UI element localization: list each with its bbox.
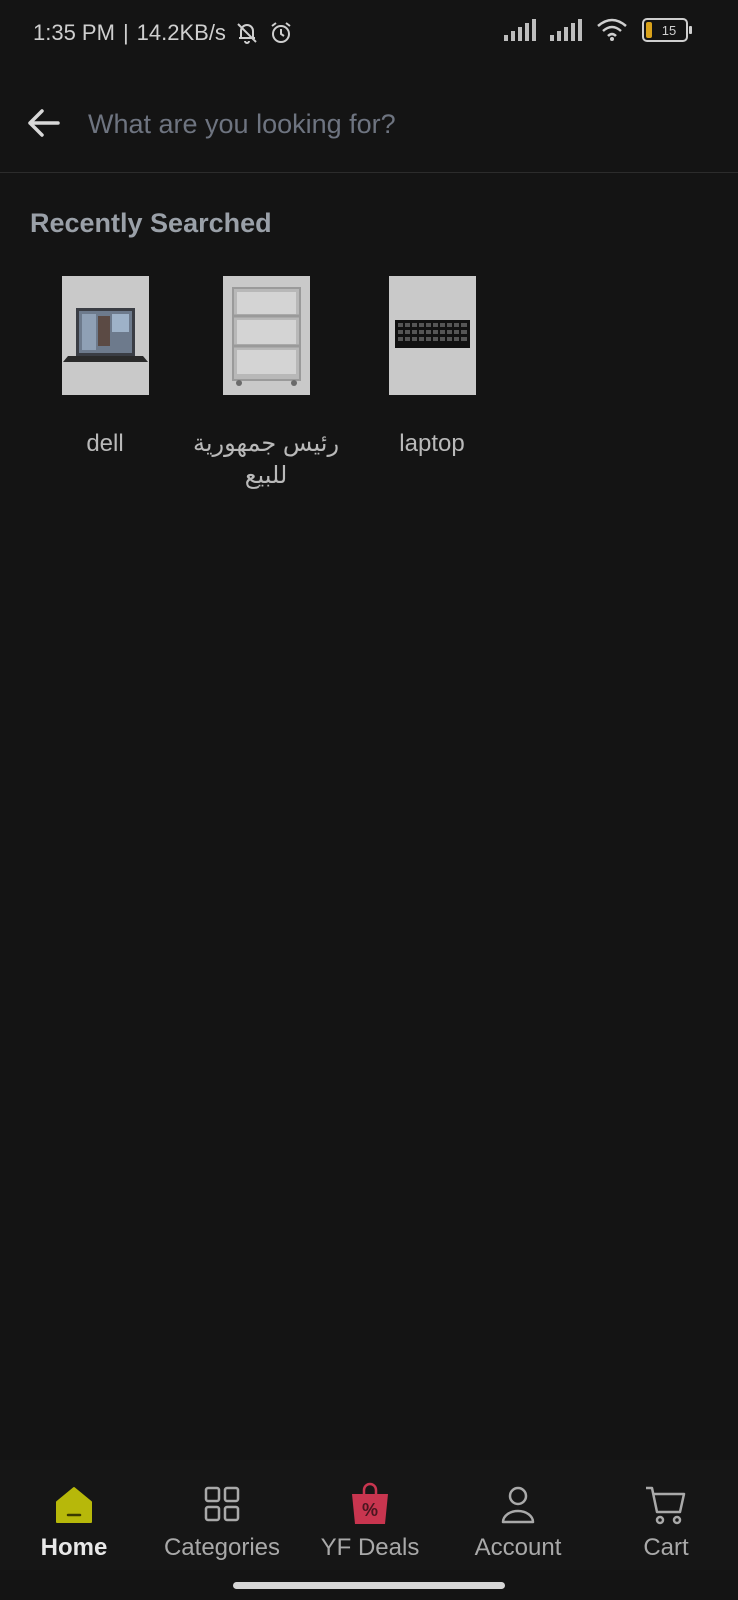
recent-search-item-dell[interactable]: dell <box>25 276 185 460</box>
recent-search-item-arabic[interactable]: رئيس جمهورية للبيع <box>186 276 346 492</box>
nav-label: Cart <box>643 1534 689 1561</box>
nav-label: Categories <box>163 1534 281 1561</box>
recent-searches-list: dell رئيس جمهورية للبيع laptop <box>0 276 738 506</box>
battery-icon: 15 <box>642 18 692 42</box>
bell-muted-icon <box>237 23 257 44</box>
status-left: 1:35 PM | 14.2KB/s <box>33 20 294 46</box>
deals-bag-icon: % <box>352 1482 388 1524</box>
laptop-thumbnail <box>61 276 149 395</box>
user-icon <box>501 1486 535 1524</box>
nav-categories[interactable]: Categories <box>152 1460 292 1562</box>
status-bar: 1:35 PM | 14.2KB/s 15 <box>0 0 738 70</box>
recently-searched-title: Recently Searched <box>30 208 272 238</box>
keyboard-sticker-thumbnail <box>388 276 476 395</box>
nav-yf-deals[interactable]: % YF Deals <box>300 1460 440 1562</box>
nav-label: YF Deals <box>320 1534 420 1561</box>
battery-level: 15 <box>661 22 677 38</box>
home-icon <box>56 1487 92 1523</box>
arrow-left-icon <box>28 109 60 137</box>
alarm-icon <box>271 22 291 43</box>
network-speed: 14.2KB/s <box>136 20 226 45</box>
nav-label: Home <box>40 1534 108 1561</box>
recent-search-item-laptop[interactable]: laptop <box>352 276 512 460</box>
nav-home[interactable]: Home <box>4 1460 144 1562</box>
back-button[interactable] <box>24 103 64 143</box>
svg-text:%: % <box>362 1500 378 1520</box>
nav-label: Account <box>474 1534 562 1561</box>
search-header <box>0 78 738 173</box>
recent-search-label: laptop <box>399 430 465 457</box>
status-right: 15 <box>504 18 692 42</box>
wifi-icon <box>597 18 627 41</box>
nav-account[interactable]: Account <box>448 1460 588 1562</box>
grid-icon <box>204 1486 240 1522</box>
recent-search-label: رئيس جمهورية للبيع <box>192 430 340 489</box>
shelf-thumbnail <box>222 276 310 395</box>
cart-icon <box>646 1486 686 1525</box>
signal-icon <box>504 19 536 41</box>
recent-search-label: dell <box>86 430 124 457</box>
status-time: 1:35 PM <box>33 20 115 45</box>
search-input[interactable] <box>86 100 690 148</box>
bottom-navigation: Home Categories % YF Deals Account Cart <box>0 1460 738 1570</box>
signal-icon <box>550 19 582 41</box>
nav-cart[interactable]: Cart <box>596 1460 736 1562</box>
status-separator: | <box>122 20 129 45</box>
gesture-home-bar[interactable] <box>233 1582 505 1589</box>
